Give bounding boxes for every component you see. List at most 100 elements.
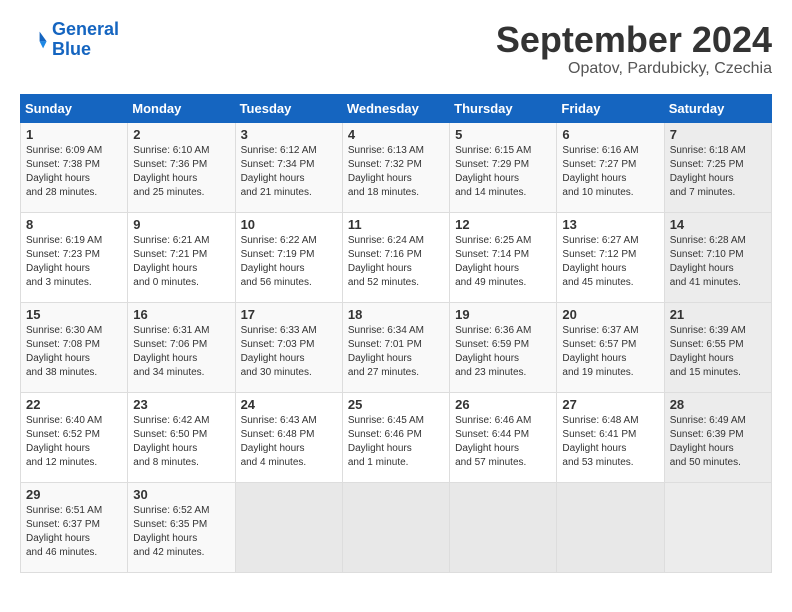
day-info: Sunrise: 6:43 AM Sunset: 6:48 PM Dayligh… [241, 414, 337, 470]
day-info: Sunrise: 6:13 AM Sunset: 7:32 PM Dayligh… [348, 144, 444, 200]
header-wednesday: Wednesday [342, 94, 449, 122]
table-row: 12 Sunrise: 6:25 AM Sunset: 7:14 PM Dayl… [450, 212, 557, 302]
table-row [235, 482, 342, 572]
day-info: Sunrise: 6:33 AM Sunset: 7:03 PM Dayligh… [241, 324, 337, 380]
day-number: 20 [562, 307, 658, 322]
table-row: 28 Sunrise: 6:49 AM Sunset: 6:39 PM Dayl… [664, 392, 771, 482]
day-info: Sunrise: 6:51 AM Sunset: 6:37 PM Dayligh… [26, 504, 122, 560]
table-row [342, 482, 449, 572]
header-friday: Friday [557, 94, 664, 122]
title-section: September 2024 Opatov, Pardubicky, Czech… [496, 20, 772, 78]
table-row: 3 Sunrise: 6:12 AM Sunset: 7:34 PM Dayli… [235, 122, 342, 212]
day-number: 11 [348, 217, 444, 232]
table-row: 21 Sunrise: 6:39 AM Sunset: 6:55 PM Dayl… [664, 302, 771, 392]
day-info: Sunrise: 6:30 AM Sunset: 7:08 PM Dayligh… [26, 324, 122, 380]
month-title: September 2024 [496, 20, 772, 60]
day-number: 25 [348, 397, 444, 412]
table-row: 15 Sunrise: 6:30 AM Sunset: 7:08 PM Dayl… [21, 302, 128, 392]
day-number: 30 [133, 487, 229, 502]
day-number: 29 [26, 487, 122, 502]
day-number: 27 [562, 397, 658, 412]
day-info: Sunrise: 6:12 AM Sunset: 7:34 PM Dayligh… [241, 144, 337, 200]
calendar-week-row: 29 Sunrise: 6:51 AM Sunset: 6:37 PM Dayl… [21, 482, 772, 572]
table-row: 25 Sunrise: 6:45 AM Sunset: 6:46 PM Dayl… [342, 392, 449, 482]
day-info: Sunrise: 6:45 AM Sunset: 6:46 PM Dayligh… [348, 414, 444, 470]
table-row: 14 Sunrise: 6:28 AM Sunset: 7:10 PM Dayl… [664, 212, 771, 302]
table-row: 30 Sunrise: 6:52 AM Sunset: 6:35 PM Dayl… [128, 482, 235, 572]
table-row: 5 Sunrise: 6:15 AM Sunset: 7:29 PM Dayli… [450, 122, 557, 212]
header-tuesday: Tuesday [235, 94, 342, 122]
location: Opatov, Pardubicky, Czechia [496, 60, 772, 78]
day-info: Sunrise: 6:42 AM Sunset: 6:50 PM Dayligh… [133, 414, 229, 470]
day-number: 21 [670, 307, 766, 322]
day-number: 23 [133, 397, 229, 412]
day-info: Sunrise: 6:21 AM Sunset: 7:21 PM Dayligh… [133, 234, 229, 290]
calendar-week-row: 1 Sunrise: 6:09 AM Sunset: 7:38 PM Dayli… [21, 122, 772, 212]
table-row: 20 Sunrise: 6:37 AM Sunset: 6:57 PM Dayl… [557, 302, 664, 392]
day-number: 3 [241, 127, 337, 142]
logo: General Blue [20, 20, 119, 60]
day-number: 5 [455, 127, 551, 142]
table-row [450, 482, 557, 572]
day-number: 28 [670, 397, 766, 412]
header-thursday: Thursday [450, 94, 557, 122]
table-row: 17 Sunrise: 6:33 AM Sunset: 7:03 PM Dayl… [235, 302, 342, 392]
table-row [557, 482, 664, 572]
day-info: Sunrise: 6:22 AM Sunset: 7:19 PM Dayligh… [241, 234, 337, 290]
day-info: Sunrise: 6:19 AM Sunset: 7:23 PM Dayligh… [26, 234, 122, 290]
day-number: 1 [26, 127, 122, 142]
header-monday: Monday [128, 94, 235, 122]
day-number: 12 [455, 217, 551, 232]
page-header: General Blue September 2024 Opatov, Pard… [20, 20, 772, 78]
table-row: 1 Sunrise: 6:09 AM Sunset: 7:38 PM Dayli… [21, 122, 128, 212]
table-row: 11 Sunrise: 6:24 AM Sunset: 7:16 PM Dayl… [342, 212, 449, 302]
day-info: Sunrise: 6:48 AM Sunset: 6:41 PM Dayligh… [562, 414, 658, 470]
day-number: 6 [562, 127, 658, 142]
day-number: 13 [562, 217, 658, 232]
day-info: Sunrise: 6:31 AM Sunset: 7:06 PM Dayligh… [133, 324, 229, 380]
day-info: Sunrise: 6:40 AM Sunset: 6:52 PM Dayligh… [26, 414, 122, 470]
day-info: Sunrise: 6:16 AM Sunset: 7:27 PM Dayligh… [562, 144, 658, 200]
day-info: Sunrise: 6:09 AM Sunset: 7:38 PM Dayligh… [26, 144, 122, 200]
table-row: 4 Sunrise: 6:13 AM Sunset: 7:32 PM Dayli… [342, 122, 449, 212]
day-number: 9 [133, 217, 229, 232]
day-info: Sunrise: 6:24 AM Sunset: 7:16 PM Dayligh… [348, 234, 444, 290]
day-info: Sunrise: 6:37 AM Sunset: 6:57 PM Dayligh… [562, 324, 658, 380]
day-info: Sunrise: 6:25 AM Sunset: 7:14 PM Dayligh… [455, 234, 551, 290]
day-number: 16 [133, 307, 229, 322]
day-info: Sunrise: 6:39 AM Sunset: 6:55 PM Dayligh… [670, 324, 766, 380]
table-row: 24 Sunrise: 6:43 AM Sunset: 6:48 PM Dayl… [235, 392, 342, 482]
day-number: 18 [348, 307, 444, 322]
table-row: 19 Sunrise: 6:36 AM Sunset: 6:59 PM Dayl… [450, 302, 557, 392]
day-number: 10 [241, 217, 337, 232]
calendar-week-row: 22 Sunrise: 6:40 AM Sunset: 6:52 PM Dayl… [21, 392, 772, 482]
day-number: 8 [26, 217, 122, 232]
day-info: Sunrise: 6:15 AM Sunset: 7:29 PM Dayligh… [455, 144, 551, 200]
table-row: 8 Sunrise: 6:19 AM Sunset: 7:23 PM Dayli… [21, 212, 128, 302]
table-row: 9 Sunrise: 6:21 AM Sunset: 7:21 PM Dayli… [128, 212, 235, 302]
logo-icon [20, 26, 48, 54]
day-number: 26 [455, 397, 551, 412]
table-row: 22 Sunrise: 6:40 AM Sunset: 6:52 PM Dayl… [21, 392, 128, 482]
day-info: Sunrise: 6:34 AM Sunset: 7:01 PM Dayligh… [348, 324, 444, 380]
day-info: Sunrise: 6:28 AM Sunset: 7:10 PM Dayligh… [670, 234, 766, 290]
table-row: 26 Sunrise: 6:46 AM Sunset: 6:44 PM Dayl… [450, 392, 557, 482]
calendar-week-row: 8 Sunrise: 6:19 AM Sunset: 7:23 PM Dayli… [21, 212, 772, 302]
table-row: 6 Sunrise: 6:16 AM Sunset: 7:27 PM Dayli… [557, 122, 664, 212]
table-row: 10 Sunrise: 6:22 AM Sunset: 7:19 PM Dayl… [235, 212, 342, 302]
day-number: 7 [670, 127, 766, 142]
table-row: 13 Sunrise: 6:27 AM Sunset: 7:12 PM Dayl… [557, 212, 664, 302]
day-info: Sunrise: 6:52 AM Sunset: 6:35 PM Dayligh… [133, 504, 229, 560]
table-row: 27 Sunrise: 6:48 AM Sunset: 6:41 PM Dayl… [557, 392, 664, 482]
day-info: Sunrise: 6:27 AM Sunset: 7:12 PM Dayligh… [562, 234, 658, 290]
calendar-table: Sunday Monday Tuesday Wednesday Thursday… [20, 94, 772, 573]
day-info: Sunrise: 6:18 AM Sunset: 7:25 PM Dayligh… [670, 144, 766, 200]
table-row: 23 Sunrise: 6:42 AM Sunset: 6:50 PM Dayl… [128, 392, 235, 482]
calendar-week-row: 15 Sunrise: 6:30 AM Sunset: 7:08 PM Dayl… [21, 302, 772, 392]
header-saturday: Saturday [664, 94, 771, 122]
table-row: 7 Sunrise: 6:18 AM Sunset: 7:25 PM Dayli… [664, 122, 771, 212]
table-row: 18 Sunrise: 6:34 AM Sunset: 7:01 PM Dayl… [342, 302, 449, 392]
header-sunday: Sunday [21, 94, 128, 122]
day-number: 22 [26, 397, 122, 412]
day-info: Sunrise: 6:46 AM Sunset: 6:44 PM Dayligh… [455, 414, 551, 470]
